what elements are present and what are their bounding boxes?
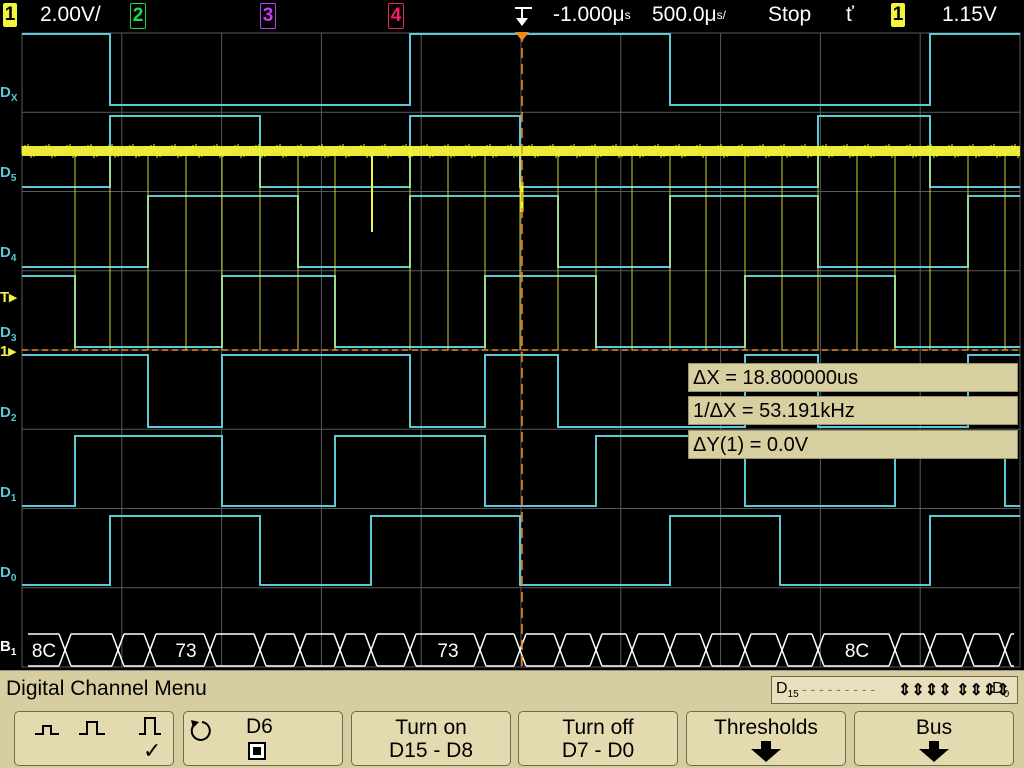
bus-value: 8C [32,641,56,662]
label-bus-b1: B1 [0,638,17,658]
menu-bar: Digital Channel Menu D15 - - - - - - - -… [0,670,1024,707]
softkey-threshold-mode[interactable]: ✓ [14,711,174,766]
submenu-arrow-icon [919,741,949,762]
softkey-row: ✓ D6 Turn on D15 - D8 Turn off D7 - D0 T… [0,706,1024,768]
threshold-check-icon: ✓ [143,738,162,763]
turn-off-line2: D7 - D0 [561,739,635,762]
measurement-inverse-delta-x: 1/ΔX = 53.191kHz [688,396,1018,425]
status-bar: 1 2.00V/ 2 3 4 -1.000μs 500.0μs/ Stop ť … [0,0,1024,32]
time-scale-unit: s/ [716,8,726,22]
channel-enabled-checkbox[interactable] [248,742,266,760]
channel-1-scale: 2.00V/ [40,3,101,26]
digital-channel-strip: D15 - - - - - - - - - ⇕⇕⇕⇕ ⇕⇕⇕⇕ D0 [771,676,1018,704]
time-scale-value: 500.0μ [652,3,717,26]
softkey-bus[interactable]: Bus [854,711,1014,766]
turn-off-line1: Turn off [562,716,634,739]
bus-label: Bus [915,716,953,739]
time-scale: 500.0μs/ [652,2,726,28]
channel-select-label: D6 [246,715,273,738]
strip-low-label: D0 [992,680,1010,701]
softkey-thresholds[interactable]: Thresholds [686,711,846,766]
label-d2: D2 [0,404,17,424]
trigger-point-marker [515,32,529,41]
run-state: Stop [768,3,812,26]
trigger-position-icon [515,7,532,26]
time-delay-value: -1.000μ [553,3,625,26]
submenu-arrow-icon [751,741,781,762]
label-d5: D5 [0,164,17,184]
trace-d0 [22,515,1020,586]
channel-2-indicator[interactable]: 2 [130,3,146,29]
trigger-level: 1.15V [942,3,997,26]
bus-value: 73 [175,641,196,662]
channel-1-indicator[interactable]: 1 [3,3,17,27]
channel-4-indicator[interactable]: 4 [388,3,404,29]
label-d3: D3 [0,324,17,344]
rotate-knob-icon [190,720,211,741]
trigger-slope-icon: ť [846,3,854,26]
softkey-turn-off[interactable]: Turn off D7 - D0 [518,711,678,766]
softkey-channel-select[interactable]: D6 [183,711,343,766]
menu-title: Digital Channel Menu [6,677,207,700]
label-dx: DX [0,84,18,104]
waveform-display[interactable]: 8C 73 73 8C DX D5 D4 T▸ D3 1▸ D2 D1 D0 B1 Δ… [0,32,1024,670]
channel-1-ground-marker[interactable]: 1▸ [0,342,16,360]
measurement-delta-x: ΔX = 18.800000us [688,363,1018,392]
bus-value: 8C [845,641,869,662]
label-d4: D4 [0,244,17,264]
trigger-level-marker[interactable]: T▸ [0,288,17,306]
softkey-turn-on[interactable]: Turn on D15 - D8 [351,711,511,766]
thresholds-label: Thresholds [714,716,818,739]
trigger-source-indicator[interactable]: 1 [891,3,905,27]
time-delay-unit: s [624,8,631,22]
strip-high-label: D15 [776,680,799,701]
bus-value: 73 [437,641,458,662]
channel-3-indicator[interactable]: 3 [260,3,276,29]
turn-on-line1: Turn on [395,716,467,739]
strip-disabled-channels: - - - - - - - - - [802,681,876,697]
waveform-canvas: 8C 73 73 8C [21,32,1021,668]
label-d0: D0 [0,564,17,584]
label-d1: D1 [0,484,17,504]
time-delay: -1.000μs [553,2,631,28]
turn-on-line2: D15 - D8 [388,739,474,762]
measurement-delta-y: ΔY(1) = 0.0V [688,430,1018,459]
